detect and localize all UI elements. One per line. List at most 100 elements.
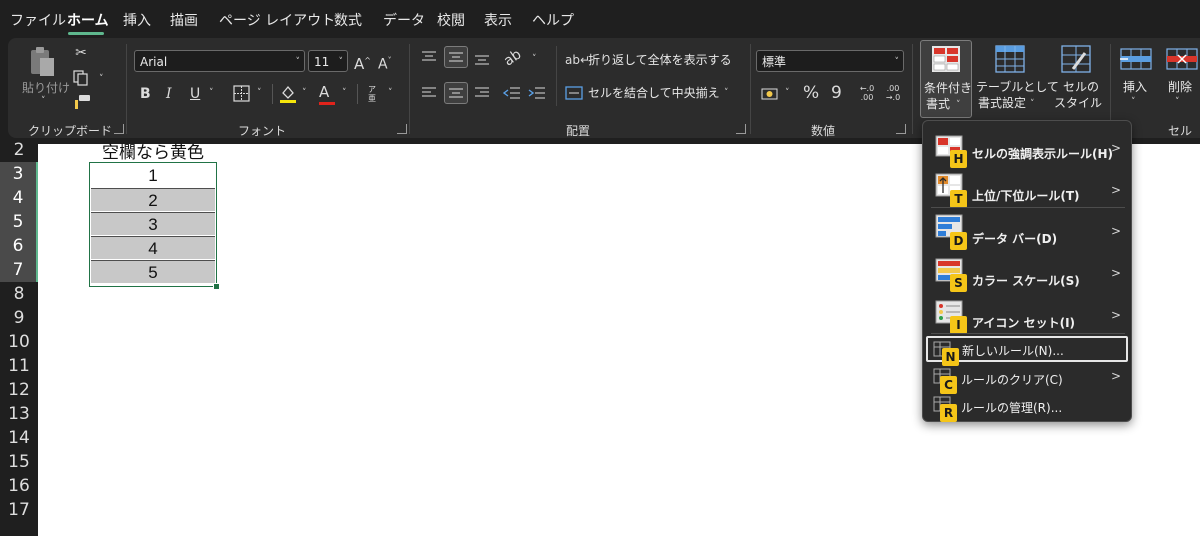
row-header[interactable]: 13 xyxy=(0,402,38,426)
delete-cells-icon[interactable] xyxy=(1166,46,1198,72)
paste-dropdown-icon[interactable]: ˅ xyxy=(41,96,46,106)
row-header[interactable]: 8 xyxy=(0,282,38,306)
cut-icon[interactable]: ✂ xyxy=(72,43,90,63)
font-size-combo[interactable]: 11 ˅ xyxy=(308,50,348,72)
cell-styles-icon[interactable] xyxy=(1061,45,1091,73)
font-color-dropdown-icon[interactable]: ˅ xyxy=(342,88,347,98)
number-format-combo[interactable]: 標準 ˅ xyxy=(756,50,904,72)
accounting-dropdown-icon[interactable]: ˅ xyxy=(785,88,790,98)
row-header[interactable]: 17 xyxy=(0,498,38,522)
insert-cells-icon[interactable] xyxy=(1120,46,1152,72)
tab-review[interactable]: 校閲 xyxy=(437,10,465,30)
submenu-arrow-icon: > xyxy=(1110,266,1121,280)
decrease-decimal-icon[interactable]: .00 →.0 xyxy=(882,84,904,102)
selection-range-border xyxy=(89,162,217,287)
comma-style-button[interactable]: 9 xyxy=(831,83,842,103)
menu-item-highlight-cells-rules[interactable]: H セルの強調表示ルール(H) > xyxy=(923,129,1131,169)
row-header[interactable]: 11 xyxy=(0,354,38,378)
decrease-font-size-icon[interactable]: A˅ xyxy=(378,51,392,75)
tab-data[interactable]: データ xyxy=(383,10,425,30)
align-right-icon[interactable] xyxy=(474,86,490,100)
row-header-selected[interactable]: 4 xyxy=(0,186,38,210)
menu-item-manage-rules[interactable]: R ルールの管理(R)... xyxy=(923,393,1131,422)
orientation-icon[interactable]: ab xyxy=(500,45,526,71)
row-header-selected[interactable]: 3 xyxy=(0,162,38,186)
menu-item-new-rule[interactable]: N 新しいルール(N)... xyxy=(926,336,1128,366)
format-as-table-icon[interactable] xyxy=(995,45,1025,73)
wrap-text-icon[interactable]: ab↵ xyxy=(565,50,590,70)
italic-button[interactable]: I xyxy=(166,84,172,104)
menu-item-data-bars[interactable]: D データ バー(D) > xyxy=(923,209,1131,251)
font-name-combo[interactable]: Arial ˅ xyxy=(134,50,305,72)
number-launcher-icon[interactable] xyxy=(896,124,906,134)
row-header-selected[interactable]: 7 xyxy=(0,258,38,282)
orientation-dropdown-icon[interactable]: ˅ xyxy=(532,54,537,64)
cell-styles-label-1[interactable]: セルの xyxy=(1063,80,1099,95)
format-as-table-label-1[interactable]: テーブルとして xyxy=(976,80,1059,95)
menu-item-color-scales[interactable]: S カラー スケール(S) > xyxy=(923,251,1131,293)
submenu-arrow-icon: > xyxy=(1110,141,1121,155)
align-top-icon[interactable] xyxy=(421,50,437,64)
menu-item-clear-rules[interactable]: C ルールのクリア(C) > xyxy=(923,365,1131,394)
align-bottom-icon[interactable] xyxy=(474,52,490,66)
insert-cells-label[interactable]: 挿入 xyxy=(1123,80,1147,95)
row-header[interactable]: 10 xyxy=(0,330,38,354)
phonetic-guide-icon[interactable]: ア亜 xyxy=(365,85,379,103)
row-header[interactable]: 2 xyxy=(0,138,38,162)
wrap-text-button[interactable]: 折り返して全体を表示する xyxy=(588,53,732,68)
row-header[interactable]: 14 xyxy=(0,426,38,450)
underline-button[interactable]: U xyxy=(190,84,200,104)
copy-dropdown-icon[interactable]: ˅ xyxy=(99,74,104,84)
merge-center-button[interactable]: セルを結合して中央揃え xyxy=(588,86,720,101)
row-header-selected[interactable]: 5 xyxy=(0,210,38,234)
row-header-selected[interactable]: 6 xyxy=(0,234,38,258)
copy-icon[interactable] xyxy=(73,70,89,86)
paste-icon[interactable] xyxy=(28,46,58,78)
format-painter-icon[interactable] xyxy=(73,94,91,110)
menu-item-top-bottom-rules[interactable]: T 上位/下位ルール(T) > xyxy=(923,169,1131,209)
bold-button[interactable]: B xyxy=(140,84,151,104)
align-center-button[interactable] xyxy=(444,82,468,104)
font-launcher-icon[interactable] xyxy=(397,124,407,134)
decrease-indent-icon[interactable] xyxy=(503,86,521,100)
increase-decimal-icon[interactable]: ←.0 .00 xyxy=(856,84,878,102)
fill-color-dropdown-icon[interactable]: ˅ xyxy=(302,88,307,98)
tab-formulas[interactable]: 数式 xyxy=(334,10,362,30)
align-middle-button[interactable] xyxy=(444,46,468,68)
delete-cells-label[interactable]: 削除 xyxy=(1168,80,1192,95)
paste-label[interactable]: 貼り付け xyxy=(22,81,70,96)
conditional-formatting-label-2: 書式 xyxy=(926,97,951,111)
tab-home[interactable]: ホーム xyxy=(67,10,109,30)
phonetic-dropdown-icon[interactable]: ˅ xyxy=(388,88,393,98)
row-header[interactable]: 9 xyxy=(0,306,38,330)
font-color-icon[interactable]: A xyxy=(319,82,329,102)
align-left-icon[interactable] xyxy=(421,86,437,100)
row-header[interactable]: 15 xyxy=(0,450,38,474)
row-header[interactable]: 16 xyxy=(0,474,38,498)
clipboard-launcher-icon[interactable] xyxy=(114,124,124,134)
merge-center-icon[interactable] xyxy=(565,86,583,100)
fill-handle[interactable] xyxy=(213,283,220,290)
tab-view[interactable]: 表示 xyxy=(484,10,512,30)
borders-icon[interactable] xyxy=(233,85,250,102)
increase-indent-icon[interactable] xyxy=(528,86,546,100)
increase-font-size-icon[interactable]: A^ xyxy=(354,51,371,74)
row-header[interactable]: 12 xyxy=(0,378,38,402)
format-as-table-label-2[interactable]: 書式設定 xyxy=(978,96,1026,111)
accounting-format-icon[interactable] xyxy=(761,86,781,102)
underline-dropdown-icon[interactable]: ˅ xyxy=(209,88,214,98)
tab-page-layout[interactable]: ページ レイアウト xyxy=(219,10,335,30)
merge-dropdown-icon[interactable]: ˅ xyxy=(724,88,729,98)
percent-style-button[interactable]: % xyxy=(803,83,819,103)
chevron-down-icon: ˅ xyxy=(1030,99,1035,109)
tab-help[interactable]: ヘルプ xyxy=(532,10,574,30)
alignment-launcher-icon[interactable] xyxy=(736,124,746,134)
chevron-down-icon: ˅ xyxy=(1094,99,1099,109)
tab-insert[interactable]: 挿入 xyxy=(123,10,151,30)
tab-draw[interactable]: 描画 xyxy=(170,10,198,30)
fill-color-icon[interactable] xyxy=(279,84,297,104)
tab-file[interactable]: ファイル xyxy=(10,10,66,30)
borders-dropdown-icon[interactable]: ˅ xyxy=(257,88,262,98)
conditional-formatting-button[interactable]: 条件付き 書式 ˅ xyxy=(920,40,972,118)
menu-item-icon-sets[interactable]: I アイコン セット(I) > xyxy=(923,293,1131,335)
